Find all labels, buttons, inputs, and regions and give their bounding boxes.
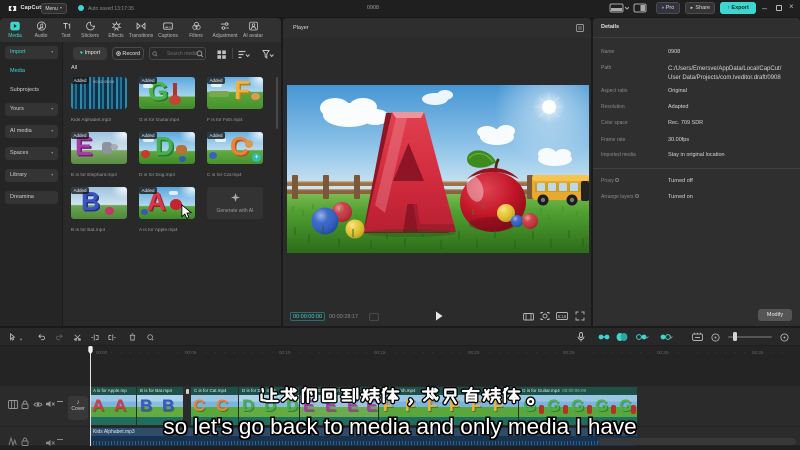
svg-text:9:16: 9:16 [558, 314, 567, 319]
